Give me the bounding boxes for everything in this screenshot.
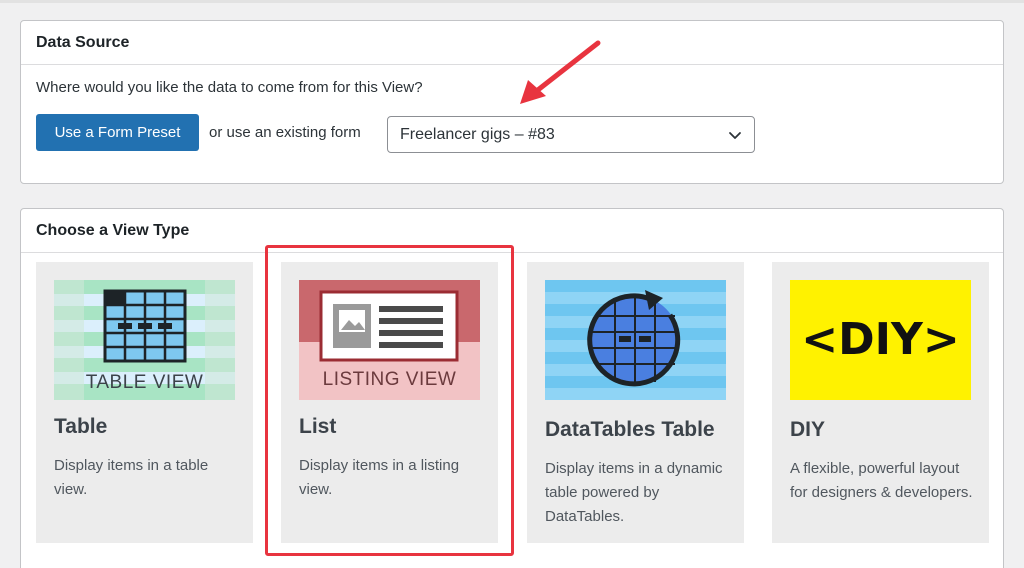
card-title-table: Table — [54, 415, 108, 438]
datatables-thumbnail — [545, 280, 726, 400]
listing-view-thumb-label: LISTING VIEW — [322, 369, 457, 390]
view-type-card-datatables[interactable]: DataTables Table Display items in a dyna… — [527, 262, 744, 543]
card-desc-list: Display items in a listing view. — [299, 457, 460, 498]
chevron-down-icon — [729, 131, 741, 139]
window-frame — [0, 0, 1024, 3]
view-type-card-list[interactable]: LISTING VIEW List Display items in a lis… — [281, 262, 498, 543]
datatables-globe-icon — [545, 280, 726, 400]
card-desc-diy: A flexible, powerful layout for designer… — [790, 460, 973, 501]
diy-thumb-label: <DIY> — [801, 314, 960, 365]
listing-view-thumbnail: LISTING VIEW — [299, 280, 480, 400]
view-type-card-diy[interactable]: <DIY> DIY A flexible, powerful layout fo… — [772, 262, 989, 543]
use-form-preset-button[interactable]: Use a Form Preset — [36, 114, 199, 151]
existing-form-select[interactable]: Freelancer gigs – #83 — [387, 116, 755, 153]
table-view-thumb-label: TABLE VIEW — [85, 372, 204, 393]
view-type-card-table[interactable]: TABLE VIEW Table Display items in a tabl… — [36, 262, 253, 543]
card-title-list: List — [299, 415, 337, 438]
red-pointer-arrow-icon — [520, 40, 601, 104]
view-type-heading: Choose a View Type — [21, 209, 1003, 253]
card-title-datatables: DataTables Table — [545, 418, 715, 441]
selected-form-value: Freelancer gigs – #83 — [400, 125, 555, 143]
view-type-panel: Choose a View Type TABLE VIEW Table Disp… — [20, 208, 1004, 568]
card-desc-table: Display items in a table view. — [54, 457, 209, 498]
card-desc-datatables: Display items in a dynamic table powered… — [545, 460, 723, 525]
card-title-diy: DIY — [790, 418, 826, 441]
data-source-question: Where would you like the data to come fr… — [36, 79, 423, 96]
table-view-thumbnail: TABLE VIEW — [54, 280, 235, 400]
diy-thumbnail: <DIY> — [790, 280, 971, 400]
or-existing-form-label: or use an existing form — [209, 124, 361, 141]
